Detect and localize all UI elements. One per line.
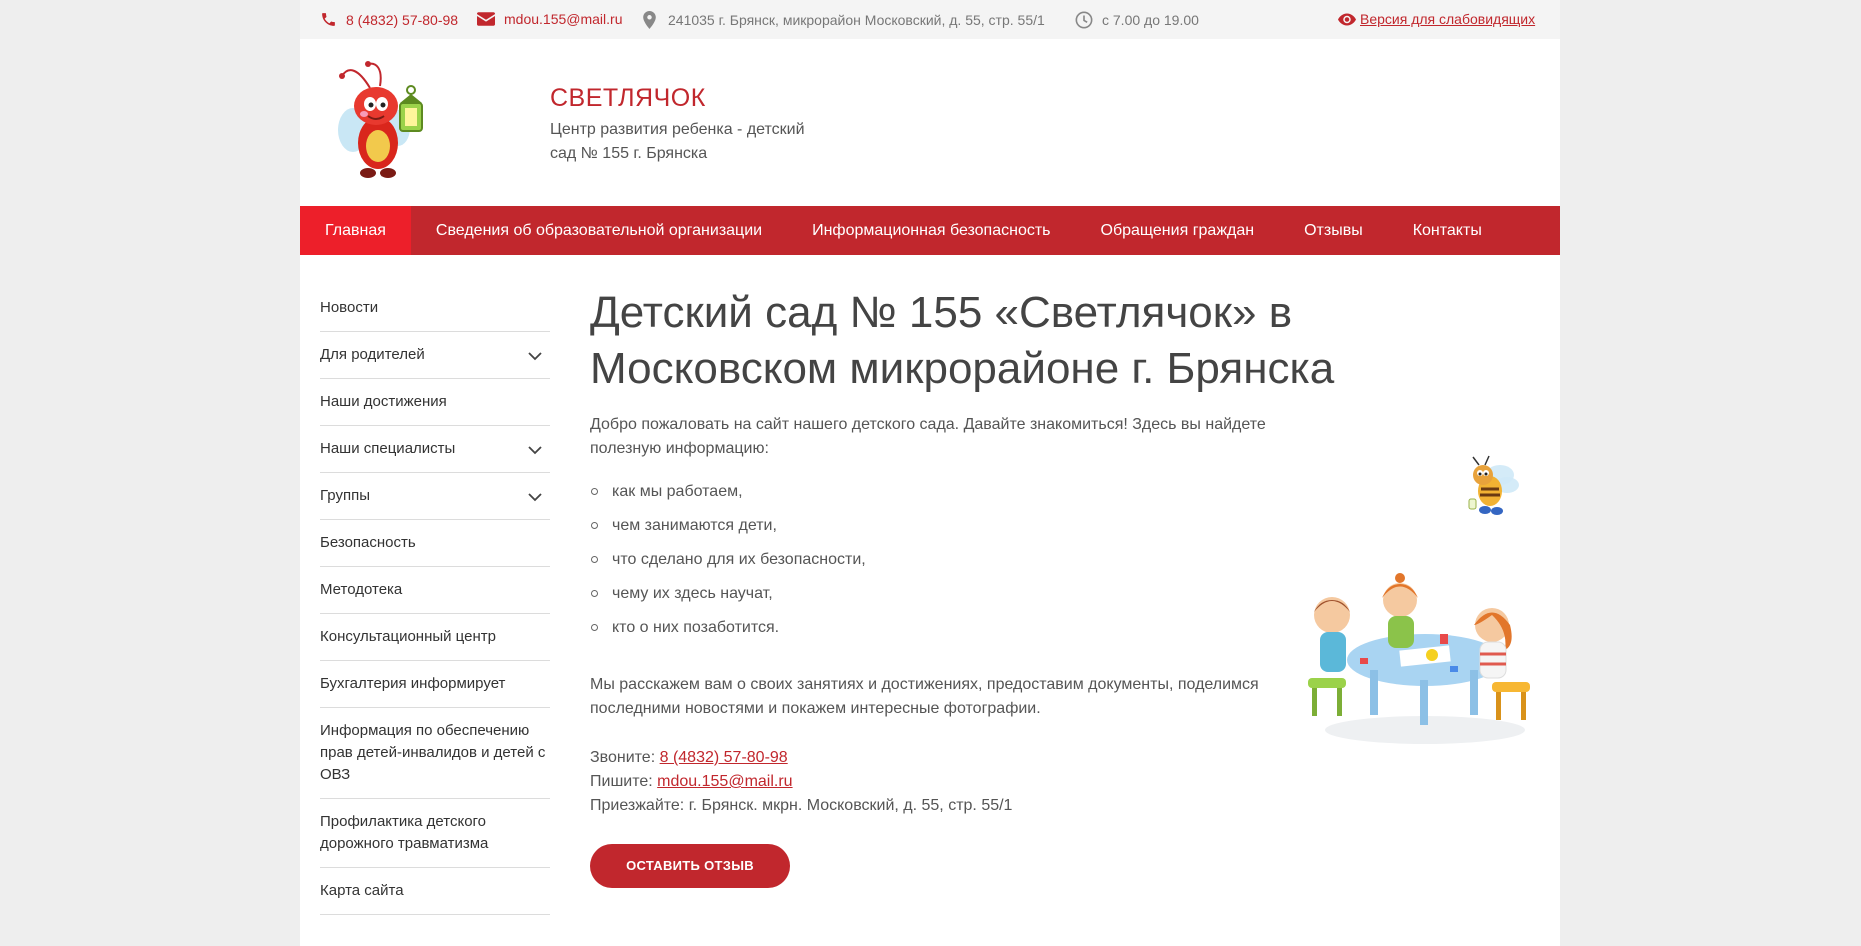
write-label: Пишите: [590,773,653,790]
leave-review-button[interactable]: ОСТАВИТЬ ОТЗЫВ [590,844,790,888]
chevron-down-icon[interactable] [528,440,542,462]
phone-icon [320,11,337,28]
list-item: что сделано для их безопасности, [590,543,866,577]
clock-icon [1075,11,1093,29]
vision-version-link[interactable]: Версия для слабовидящих [1338,11,1535,27]
phone-number[interactable]: 8 (4832) 57-80-98 [346,12,458,28]
nav-item-info-security[interactable]: Информационная безопасность [787,206,1075,255]
list-item: кто о них позаботится. [590,611,866,645]
contact-block: Звоните: 8 (4832) 57-80-98 Пишите: mdou.… [590,746,1012,818]
main-navigation: Главная Сведения об образовательной орга… [300,206,1560,255]
sidebar-menu: Новости Для родителей Наши достижения На… [320,285,550,915]
sidebar-item-label: Безопасность [320,534,416,551]
main-content: Детский сад № 155 «Светлячок» в Московск… [590,285,1334,888]
kids-drawing-illustration [1300,570,1540,745]
sidebar-item-consulting-center[interactable]: Консультационный центр [320,614,550,661]
top-info-bar: 8 (4832) 57-80-98 mdou.155@mail.ru 24103… [300,0,1560,39]
call-label: Звоните: [590,749,656,766]
sidebar-item-for-parents[interactable]: Для родителей [320,332,550,379]
map-marker-icon [643,11,656,29]
phone-contact[interactable]: 8 (4832) 57-80-98 [320,11,458,28]
sidebar-item-road-safety[interactable]: Профилактика детского дорожного травмати… [320,799,550,868]
nav-item-citizen-appeals[interactable]: Обращения граждан [1076,206,1280,255]
sidebar-item-label: Группы [320,487,370,504]
sidebar-item-groups[interactable]: Группы [320,473,550,520]
call-line: Звоните: 8 (4832) 57-80-98 [590,746,1012,770]
visit-label: Приезжайте: [590,797,685,814]
list-item: чему их здесь научат, [590,577,866,611]
sidebar-item-label: Наши достижения [320,393,447,410]
write-email-link[interactable]: mdou.155@mail.ru [657,773,792,790]
write-line: Пишите: mdou.155@mail.ru [590,770,1012,794]
sidebar-item-label: Профилактика детского дорожного травмати… [320,813,489,852]
site-subtitle: Центр развития ребенка - детский сад № 1… [550,121,805,162]
nav-item-home[interactable]: Главная [300,206,411,255]
sidebar-item-specialists[interactable]: Наши специалисты [320,426,550,473]
visit-address: г. Брянск. мкрн. Московский, д. 55, стр.… [688,797,1013,814]
logo-firefly-mascot[interactable] [328,58,438,183]
chevron-down-icon[interactable] [528,346,542,368]
bee-illustration [1455,455,1525,520]
sidebar-item-safety[interactable]: Безопасность [320,520,550,567]
eye-icon [1338,13,1356,26]
sidebar-item-sitemap[interactable]: Карта сайта [320,868,550,915]
vision-version-label[interactable]: Версия для слабовидящих [1360,11,1535,27]
page: 8 (4832) 57-80-98 mdou.155@mail.ru 24103… [300,0,1560,946]
intro-paragraph: Добро пожаловать на сайт нашего детского… [590,416,1266,457]
list-item: как мы работаем, [590,475,866,509]
nav-item-contacts[interactable]: Контакты [1388,206,1507,255]
chevron-down-icon[interactable] [528,487,542,509]
envelope-icon [477,12,495,26]
sidebar-item-news[interactable]: Новости [320,285,550,332]
list-item: чем занимаются дети, [590,509,866,543]
sidebar-item-label: Наши специалисты [320,440,456,457]
sidebar-item-label: Информация по обеспечению прав детей-инв… [320,722,546,783]
sidebar-item-label: Для родителей [320,346,425,363]
nav-item-org-info[interactable]: Сведения об образовательной организации [411,206,787,255]
email-address[interactable]: mdou.155@mail.ru [504,11,623,27]
call-phone-link[interactable]: 8 (4832) 57-80-98 [660,749,788,766]
nav-item-reviews[interactable]: Отзывы [1279,206,1388,255]
sidebar-item-label: Бухгалтерия информирует [320,675,506,692]
sidebar-item-label: Консультационный центр [320,628,496,645]
visit-line: Приезжайте: г. Брянск. мкрн. Московский,… [590,794,1012,818]
hours-text: с 7.00 до 19.00 [1102,12,1199,28]
address-text: 241035 г. Брянск, микрорайон Московский,… [668,12,1045,28]
sidebar-item-achievements[interactable]: Наши достижения [320,379,550,426]
sidebar-item-label: Новости [320,299,379,316]
site-title[interactable]: СВЕТЛЯЧОК [550,84,706,113]
sidebar-item-accounting[interactable]: Бухгалтерия информирует [320,661,550,708]
sidebar-item-disabled-rights[interactable]: Информация по обеспечению прав детей-инв… [320,708,550,799]
sidebar-item-method-library[interactable]: Методотека [320,567,550,614]
page-title: Детский сад № 155 «Светлячок» в Московск… [590,288,1335,393]
outro-paragraph: Мы расскажем вам о своих занятиях и дост… [590,676,1259,717]
sidebar-item-label: Методотека [320,581,403,598]
hours-info: с 7.00 до 19.00 [1075,11,1199,29]
features-list: как мы работаем, чем занимаются дети, чт… [590,475,866,645]
email-contact[interactable]: mdou.155@mail.ru [477,11,623,27]
address-info: 241035 г. Брянск, микрорайон Московский,… [643,11,1045,29]
sidebar-item-label: Карта сайта [320,882,404,899]
